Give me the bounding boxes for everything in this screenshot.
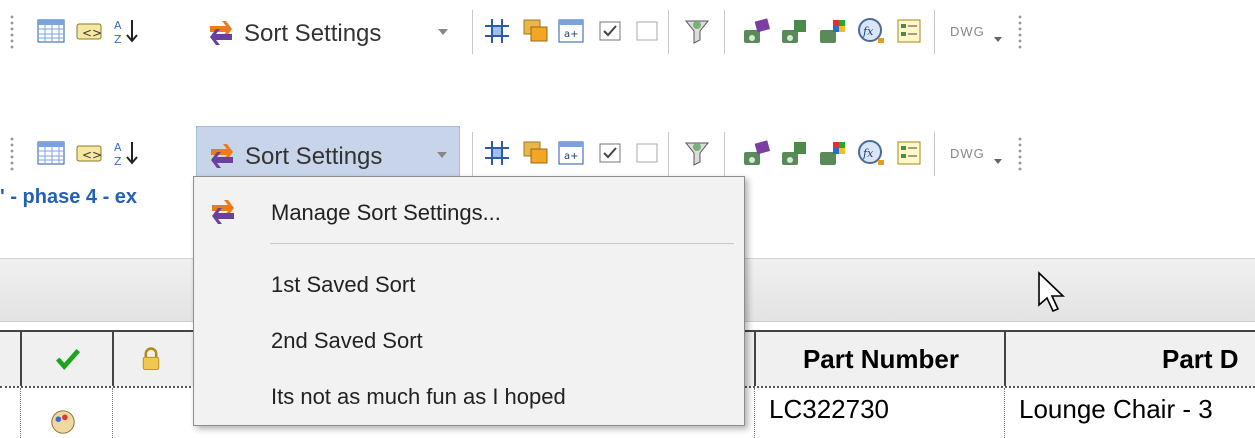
- chevron-down-icon[interactable]: [994, 37, 1002, 42]
- dwg-label[interactable]: DWG: [950, 24, 985, 39]
- svg-text:a+: a+: [564, 29, 579, 40]
- database-export-icon[interactable]: [780, 138, 810, 168]
- database-color-icon[interactable]: [818, 138, 848, 168]
- toolbar-grip[interactable]: [10, 136, 14, 172]
- svg-text:Z: Z: [114, 33, 122, 46]
- toolbar-grip[interactable]: [10, 14, 14, 50]
- svg-text:a+: a+: [564, 151, 579, 162]
- property-list-icon[interactable]: [894, 16, 924, 46]
- svg-text:A: A: [114, 141, 122, 154]
- field-insert-icon[interactable]: a+: [556, 138, 586, 168]
- toolbar-grip[interactable]: [1018, 14, 1022, 50]
- menu-item-manage-sort-settings[interactable]: Manage Sort Settings...: [194, 193, 742, 233]
- database-book-icon[interactable]: [742, 138, 772, 168]
- toolbar-top: <> AZ Sort Settings a+ fx DWG: [0, 0, 1255, 62]
- checkmark-icon: [55, 349, 81, 371]
- bring-to-front-icon[interactable]: [520, 138, 550, 168]
- menu-item-2nd-saved-sort[interactable]: 2nd Saved Sort: [194, 321, 742, 361]
- svg-text:A: A: [114, 19, 122, 32]
- code-view-icon[interactable]: <>: [74, 16, 104, 46]
- toolbar-separator: [472, 132, 473, 176]
- header-lock-column[interactable]: [112, 332, 192, 386]
- header-part-description[interactable]: Part D: [1004, 332, 1255, 386]
- filter-icon[interactable]: [682, 16, 712, 46]
- row-lock-cell[interactable]: [112, 388, 192, 438]
- sort-settings-icon: [206, 18, 236, 48]
- checkbox-unchecked-icon[interactable]: [632, 16, 662, 46]
- toolbar-separator: [668, 10, 669, 54]
- table-view-icon[interactable]: [36, 16, 66, 46]
- checkbox-checked-icon[interactable]: [595, 138, 625, 168]
- function-icon[interactable]: fx: [856, 16, 886, 46]
- svg-text:Z: Z: [114, 155, 122, 168]
- table-view-icon[interactable]: [36, 138, 66, 168]
- header-check-column[interactable]: [20, 332, 114, 386]
- sort-settings-label: Sort Settings: [245, 143, 383, 170]
- toolbar-separator: [724, 132, 725, 176]
- menu-item-1st-saved-sort[interactable]: 1st Saved Sort: [194, 265, 742, 305]
- row-part-description[interactable]: Lounge Chair - 3: [1004, 388, 1255, 438]
- sort-settings-button[interactable]: Sort Settings: [196, 4, 460, 60]
- breadcrumb[interactable]: ' - phase 4 - ex: [0, 186, 137, 209]
- mouse-pointer-icon: [1036, 270, 1066, 314]
- header-part-number[interactable]: Part Number: [754, 332, 1006, 386]
- row-part-number[interactable]: LC322730: [754, 388, 1006, 438]
- toolbar-separator: [934, 132, 935, 176]
- lock-icon: [142, 347, 160, 370]
- sort-az-icon[interactable]: AZ: [112, 16, 142, 46]
- sort-settings-icon: [207, 141, 237, 171]
- checkbox-checked-icon[interactable]: [595, 16, 625, 46]
- sort-settings-label: Sort Settings: [244, 20, 382, 47]
- chevron-down-icon[interactable]: [994, 159, 1002, 164]
- code-view-icon[interactable]: <>: [74, 138, 104, 168]
- svg-text:<>: <>: [82, 148, 102, 162]
- palette-icon: [51, 410, 75, 434]
- sort-az-icon[interactable]: AZ: [112, 138, 142, 168]
- chevron-down-icon[interactable]: [438, 29, 448, 35]
- checkbox-unchecked-icon[interactable]: [632, 138, 662, 168]
- grid-lines-icon[interactable]: [482, 138, 512, 168]
- function-icon[interactable]: fx: [856, 138, 886, 168]
- toolbar-separator: [724, 10, 725, 54]
- bring-to-front-icon[interactable]: [520, 16, 550, 46]
- filter-icon[interactable]: [682, 138, 712, 168]
- toolbar-separator: [934, 10, 935, 54]
- svg-text:fx: fx: [862, 25, 874, 38]
- database-color-icon[interactable]: [818, 16, 848, 46]
- database-export-icon[interactable]: [780, 16, 810, 46]
- row-icon-cell[interactable]: [20, 388, 112, 438]
- chevron-down-icon[interactable]: [437, 152, 447, 158]
- dwg-label[interactable]: DWG: [950, 146, 985, 161]
- svg-text:fx: fx: [862, 147, 874, 160]
- property-list-icon[interactable]: [894, 138, 924, 168]
- field-insert-icon[interactable]: a+: [556, 16, 586, 46]
- svg-text:<>: <>: [82, 26, 102, 40]
- menu-item-fun-sort[interactable]: Its not as much fun as I hoped: [194, 377, 742, 417]
- sort-settings-button-active[interactable]: Sort Settings: [196, 126, 460, 182]
- sort-settings-dropdown: Manage Sort Settings... 1st Saved Sort 2…: [193, 176, 745, 426]
- toolbar-bottom: <> AZ Sort Settings a+ fx DWG: [0, 122, 1255, 184]
- toolbar-separator: [472, 10, 473, 54]
- sort-settings-icon: [208, 197, 238, 227]
- menu-separator: [270, 243, 734, 244]
- grid-lines-icon[interactable]: [482, 16, 512, 46]
- toolbar-grip[interactable]: [1018, 136, 1022, 172]
- toolbar-separator: [668, 132, 669, 176]
- database-book-icon[interactable]: [742, 16, 772, 46]
